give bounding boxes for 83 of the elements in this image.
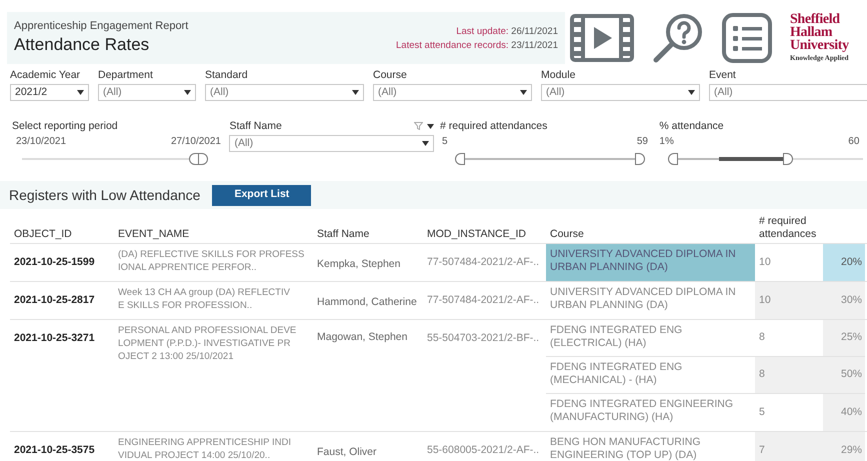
range-min-value: 5 xyxy=(442,135,448,149)
table-cell: 50% xyxy=(823,357,865,393)
filter-label: Department xyxy=(98,69,154,82)
dropdown[interactable]: (All) xyxy=(709,84,867,101)
slider-handle[interactable] xyxy=(634,153,645,165)
update-info: Last update: 26/11/2021 xyxy=(456,25,558,39)
table-cell-text: Week 13 CH AA group (DA) REFLECTIV E SKILLS FOR PROFESSION.. xyxy=(117,286,291,313)
table-cell: 10 xyxy=(755,282,823,319)
table-cell-text: Magowan, Stephen xyxy=(316,330,408,345)
table-cell[interactable]: UNIVERSITY ADVANCED DIPLOMA IN URBAN PLANNING (DA) xyxy=(546,244,755,281)
dropdown[interactable]: (All) xyxy=(98,84,196,101)
dropdown[interactable]: (All) xyxy=(373,84,532,101)
table-cell-text: (DA) REFLECTIVE SKILLS FOR PROFESS IONAL APPRENTICE PERFOR.. xyxy=(117,248,306,275)
range-max-value: 60 xyxy=(848,135,860,149)
slider-handle[interactable] xyxy=(198,153,208,165)
caret-icon[interactable] xyxy=(352,90,359,95)
slider-handle[interactable] xyxy=(189,153,200,165)
table-cell-text: Faust, Oliver xyxy=(316,445,378,460)
section-title: Registers with Low Attendance xyxy=(9,186,200,205)
dropdown[interactable]: 2021/2 xyxy=(10,84,89,101)
range-max-value: 59 xyxy=(636,135,648,149)
dropdown[interactable]: (All) xyxy=(229,135,434,152)
dropdown[interactable]: (All) xyxy=(205,84,364,101)
table-cell[interactable]: UNIVERSITY ADVANCED DIPLOMA IN URBAN PLANNING (DA) xyxy=(546,282,755,319)
column-header: OBJECT_ID xyxy=(13,228,73,242)
table-cell-text: 55-504703-2021/2-BF-.. xyxy=(426,331,540,346)
table-cell-text: 77-507484-2021/2-AF-.. xyxy=(426,293,540,308)
caret-icon[interactable] xyxy=(77,90,84,95)
slider-range xyxy=(719,157,784,161)
slider-label: % attendance xyxy=(659,119,725,133)
dropdown[interactable]: (All) xyxy=(541,84,700,101)
caret-icon[interactable] xyxy=(422,141,430,146)
list-icon[interactable] xyxy=(722,13,772,63)
table-cell-text: Hammond, Catherine xyxy=(316,295,418,310)
table-cell: 20% xyxy=(823,244,865,281)
table-cell-text: 55-608005-2021/2-AF-.. xyxy=(426,443,540,458)
slider-label: # required attendances xyxy=(440,119,548,133)
table-cell: 7 xyxy=(755,432,823,461)
filter-label: Standard xyxy=(205,69,249,82)
table-cell[interactable]: FDENG INTEGRATED ENG (ELECTRICAL) (HA) xyxy=(546,320,755,356)
column-header: Staff Name xyxy=(316,228,370,242)
range-min-value: 1% xyxy=(659,135,674,149)
caret-icon[interactable] xyxy=(184,90,191,95)
table-cell: 30% xyxy=(823,282,865,319)
caret-icon[interactable] xyxy=(520,90,527,95)
filter-label: Module xyxy=(541,69,576,82)
table-cell-text: 77-507484-2021/2-AF-.. xyxy=(426,255,540,270)
slider-handle[interactable] xyxy=(783,153,794,165)
table-cell[interactable]: FDENG INTEGRATED ENG (MECHANICAL) - (HA) xyxy=(546,357,755,393)
update-info: Latest attendance records: 23/11/2021 xyxy=(396,39,558,53)
table-cell[interactable]: BENG HON MANUFACTURING ENGINEERING (TOP UP) (DA) xyxy=(546,432,755,461)
video-icon[interactable] xyxy=(570,14,634,62)
filter-label: Staff Name xyxy=(229,119,282,133)
table-cell-text: 2021-10-25-3271 xyxy=(13,331,96,346)
table-cell: 40% xyxy=(823,394,865,431)
table-cell-text: ENGINEERING APPRENTICESHIP INDI VIDUAL PROJECT 14:00 25/10/20.. xyxy=(117,436,292,461)
filter-icon[interactable] xyxy=(414,122,434,130)
table-cell-text: PERSONAL AND PROFESSIONAL DEVE LOPMENT (P.P.D.)- INVESTIGATIVE PR OJECT 2 13:00 25/10/2021 xyxy=(117,324,298,364)
slider-label: Select reporting period xyxy=(12,119,119,133)
table-cell[interactable]: FDENG INTEGRATED ENGINEERING (MANUFACTURING) (HA) xyxy=(546,394,755,431)
range-start-value: 23/10/2021 xyxy=(16,135,66,149)
column-header: MOD_INSTANCE_ID xyxy=(426,228,527,242)
range-end-value: 27/10/2021 xyxy=(170,135,221,149)
slider-handle[interactable] xyxy=(668,153,678,165)
table-cell-text: Kempka, Stephen xyxy=(316,257,402,272)
table-cell-text: 2021-10-25-1599 xyxy=(13,255,96,270)
help-icon[interactable] xyxy=(652,12,704,64)
table-cell: 29% xyxy=(823,432,865,461)
table-cell: 8 xyxy=(755,357,823,393)
table-cell-text: 2021-10-25-2817 xyxy=(13,293,96,308)
column-header: EVENT_NAME xyxy=(117,228,190,242)
filter-label: Academic Year xyxy=(10,69,82,82)
report-subtitle: Apprenticeship Engagement Report xyxy=(14,19,188,33)
table-cell: 25% xyxy=(823,320,865,356)
column-header: # required attendances xyxy=(758,215,818,242)
filter-label: Course xyxy=(373,69,408,82)
table-cell-text: 2021-10-25-3575 xyxy=(13,443,96,458)
report-title: Attendance Rates xyxy=(14,34,150,56)
slider-handle[interactable] xyxy=(454,153,465,165)
filter-label: Event xyxy=(709,69,737,82)
caret-icon[interactable] xyxy=(688,90,695,95)
column-header: Course xyxy=(549,228,585,242)
export-button[interactable]: Export List xyxy=(212,184,312,206)
